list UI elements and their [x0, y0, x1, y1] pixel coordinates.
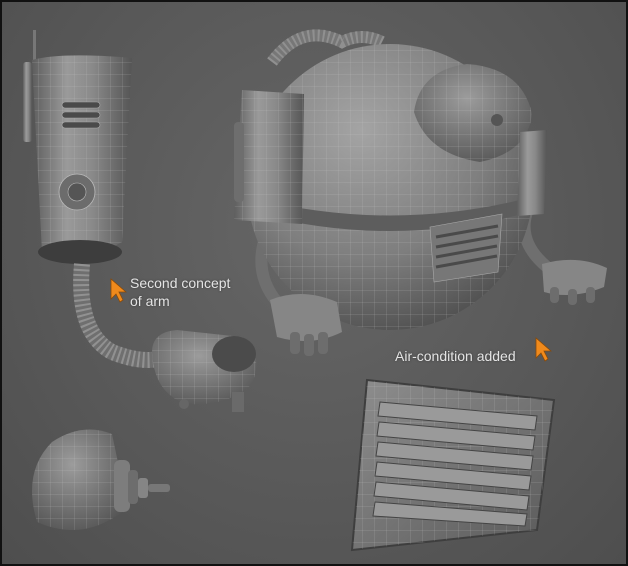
- sphere-robot-model: [234, 29, 607, 356]
- air-condition-label: Air-condition added: [395, 348, 516, 364]
- cone-part-model: [32, 429, 170, 530]
- render-scene: [23, 29, 607, 552]
- arm-concept-label-line2: of arm: [130, 293, 170, 309]
- arm-concept-label-line1: Second concept: [130, 275, 231, 291]
- arm-concept-model: [23, 30, 257, 412]
- orange-arrow-cursor-icon: [535, 337, 552, 362]
- air-condition-vent-model: [350, 378, 556, 552]
- orange-arrow-cursor-icon: [110, 278, 127, 303]
- viewport-frame: Second concept of arm Air-condition adde…: [0, 0, 628, 566]
- arm-concept-label: Second concept of arm: [130, 274, 230, 310]
